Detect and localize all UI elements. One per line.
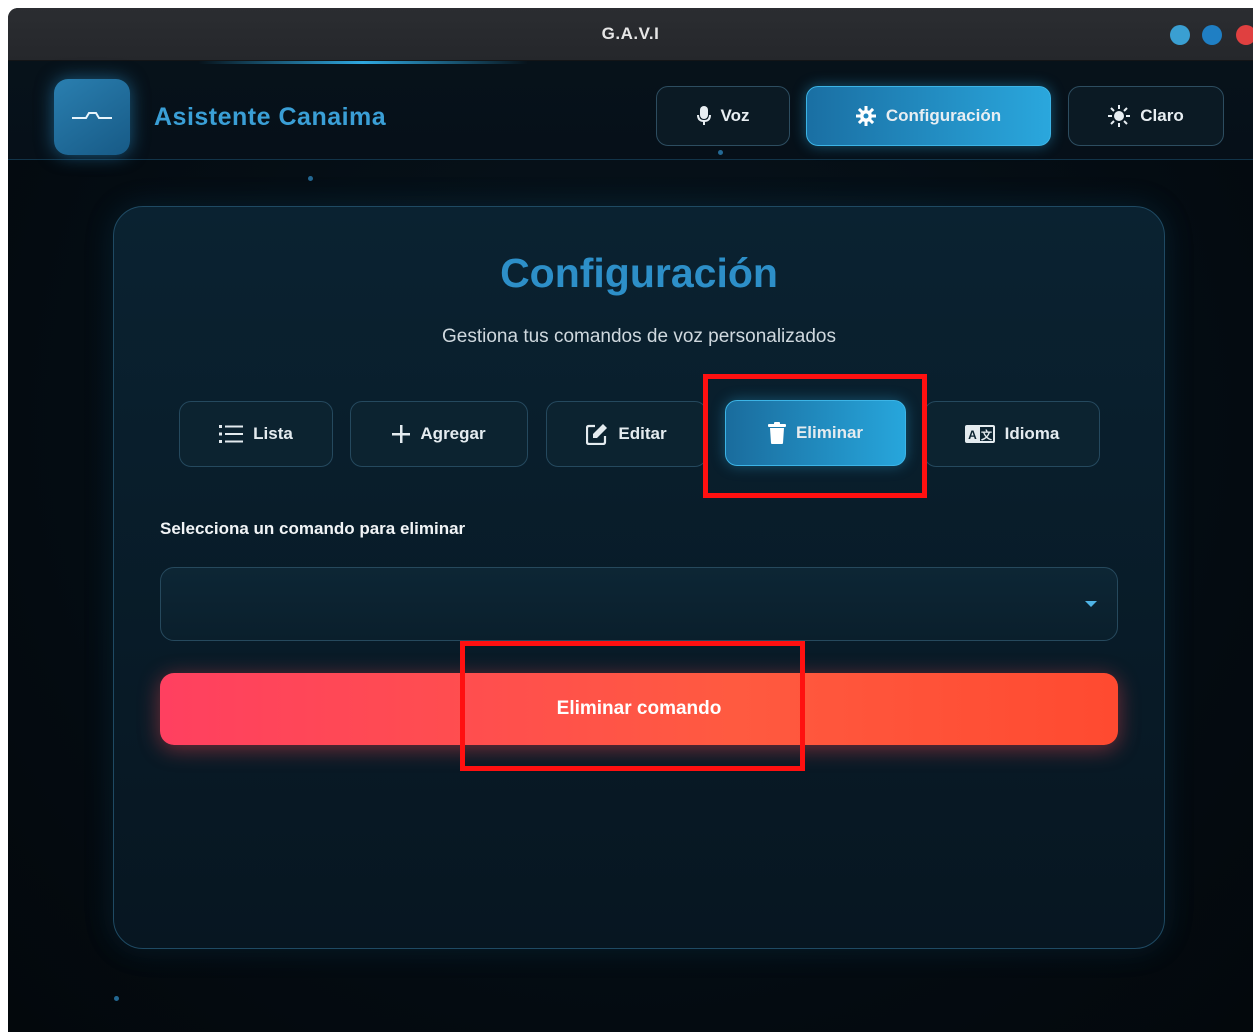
brand-name: Asistente Canaima bbox=[154, 103, 387, 131]
svg-text:A: A bbox=[968, 428, 977, 442]
tab-language[interactable]: A 文 Idioma bbox=[924, 401, 1100, 467]
settings-button-label: Configuración bbox=[885, 106, 1002, 125]
background-sparkle bbox=[114, 996, 119, 1001]
window-control-dot[interactable] bbox=[1202, 25, 1222, 45]
background-sparkle bbox=[308, 176, 313, 181]
sun-icon bbox=[1108, 105, 1131, 127]
window-title: G.A.V.I bbox=[601, 24, 660, 43]
tab-list-label: Lista bbox=[253, 424, 293, 443]
theme-toggle-label: Claro bbox=[1140, 106, 1184, 125]
list-icon bbox=[219, 425, 244, 443]
tab-edit-label: Editar bbox=[618, 424, 667, 443]
close-window-dot[interactable] bbox=[1236, 25, 1253, 45]
svg-text:文: 文 bbox=[981, 428, 993, 442]
gear-icon bbox=[855, 106, 876, 126]
microphone-icon bbox=[696, 106, 711, 125]
highlight-annotation bbox=[460, 641, 805, 771]
settings-card: Configuración Gestiona tus comandos de v… bbox=[113, 206, 1165, 949]
app-window: G.A.V.I Asistente Canaima Voz Configurac… bbox=[8, 8, 1253, 1032]
edit-icon bbox=[586, 424, 608, 445]
page-title: Configuración bbox=[500, 250, 778, 296]
settings-button[interactable]: Configuración bbox=[806, 86, 1051, 146]
tab-language-label: Idioma bbox=[1004, 424, 1060, 443]
language-icon: A 文 bbox=[964, 425, 995, 443]
title-bar: G.A.V.I bbox=[8, 8, 1253, 61]
window-control-dot[interactable] bbox=[1170, 25, 1190, 45]
header-glow bbox=[198, 61, 528, 64]
tab-add[interactable]: Agregar bbox=[350, 401, 528, 467]
tab-add-label: Agregar bbox=[420, 424, 486, 443]
tab-list[interactable]: Lista bbox=[179, 401, 333, 467]
command-select[interactable] bbox=[160, 567, 1118, 641]
plus-icon bbox=[392, 425, 411, 443]
app-header: Asistente Canaima Voz Configuración Clar… bbox=[8, 61, 1253, 160]
background-sparkle bbox=[718, 150, 723, 155]
voice-button[interactable]: Voz bbox=[656, 86, 790, 146]
tab-edit[interactable]: Editar bbox=[546, 401, 707, 467]
chevron-down-icon bbox=[1085, 601, 1097, 607]
app-logo bbox=[54, 79, 130, 155]
command-select-label: Selecciona un comando para eliminar bbox=[160, 519, 466, 538]
highlight-annotation bbox=[703, 374, 927, 498]
voice-button-label: Voz bbox=[720, 106, 750, 125]
page-subtitle: Gestiona tus comandos de voz personaliza… bbox=[442, 326, 836, 347]
theme-toggle-button[interactable]: Claro bbox=[1068, 86, 1224, 146]
waveform-icon bbox=[72, 112, 112, 119]
